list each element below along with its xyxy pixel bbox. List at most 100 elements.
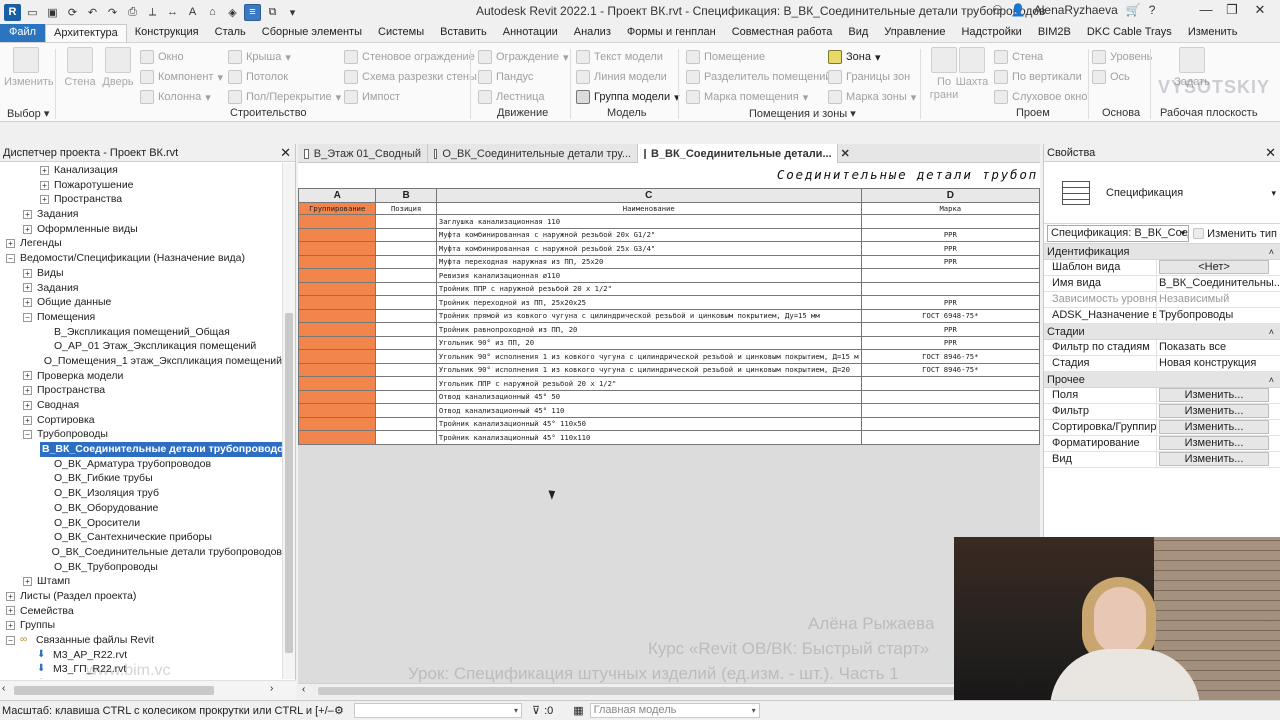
schedule-cell[interactable]: [375, 335, 437, 350]
column-letter-b[interactable]: B: [375, 188, 437, 203]
schedule-cell[interactable]: [375, 376, 437, 391]
schedule-cell[interactable]: [860, 416, 1040, 431]
user-name[interactable]: AlenaRyzhaeva: [1034, 3, 1118, 17]
switch-windows-icon[interactable]: ▾: [284, 4, 301, 21]
area-tag-button[interactable]: Марка зоны ▾: [828, 87, 916, 107]
schedule-cell[interactable]: [375, 308, 437, 323]
tree-item[interactable]: + Пожаротушение: [0, 178, 282, 193]
view-tab-2[interactable]: В_ВК_Соединительные детали... ✕: [638, 144, 850, 163]
room-separator-button[interactable]: Разделитель помещений: [686, 67, 832, 87]
sync-icon[interactable]: ⟳: [64, 4, 81, 21]
close-icon[interactable]: ✕: [1250, 2, 1270, 20]
tree-item[interactable]: О_ВК_Изоляция труб: [0, 486, 282, 501]
property-edit-button[interactable]: <Нет>: [1159, 260, 1269, 274]
section-icon[interactable]: ◈: [224, 4, 241, 21]
property-edit-button[interactable]: Изменить...: [1159, 436, 1269, 450]
schedule-cell[interactable]: Муфта комбинированная с наружной резьбой…: [435, 227, 862, 242]
expand-icon[interactable]: +: [23, 283, 32, 293]
tag-icon[interactable]: A: [184, 4, 201, 21]
ribbon-tab-3[interactable]: Сталь: [207, 24, 254, 42]
collapse-icon[interactable]: −: [23, 430, 32, 440]
revit-logo-icon[interactable]: R: [4, 3, 21, 21]
expand-icon[interactable]: +: [40, 180, 49, 190]
schedule-cell[interactable]: [298, 227, 377, 242]
expand-icon[interactable]: +: [23, 298, 32, 308]
ribbon-tab-10[interactable]: Совместная работа: [724, 24, 841, 42]
component-button[interactable]: Компонент ▾: [140, 67, 223, 87]
expand-icon[interactable]: +: [23, 386, 32, 396]
property-value[interactable]: Трубопроводы: [1159, 309, 1233, 321]
schedule-cell[interactable]: [298, 241, 377, 256]
ceiling-button[interactable]: Потолок: [228, 67, 341, 87]
ribbon-tab-9[interactable]: Формы и генплан: [619, 24, 724, 42]
schedule-cell[interactable]: [375, 430, 437, 445]
ribbon-tab-1[interactable]: Архитектура: [45, 24, 127, 42]
ribbon-tab-0[interactable]: Файл: [0, 24, 46, 42]
scroll-thumb[interactable]: [318, 687, 1008, 695]
close-icon[interactable]: ✕: [280, 144, 291, 162]
collapse-icon[interactable]: ˄: [1269, 244, 1274, 260]
schedule-cell[interactable]: Тройник канализационный 45° 110х110: [435, 430, 862, 445]
schedule-cell[interactable]: PPR: [860, 227, 1040, 242]
tree-item[interactable]: О_ВК_Трубопроводы: [0, 560, 282, 575]
dormer-button[interactable]: Слуховое окно: [994, 87, 1088, 107]
schedule-cell[interactable]: [375, 214, 437, 229]
schedule-cell[interactable]: [375, 362, 437, 377]
open-icon[interactable]: ▭: [24, 4, 41, 21]
edit-type-button[interactable]: Изменить тип: [1193, 228, 1277, 240]
expand-icon[interactable]: +: [6, 606, 15, 616]
expand-icon[interactable]: +: [6, 621, 15, 631]
chevron-down-icon[interactable]: ▾: [1271, 188, 1276, 199]
schedule-cell[interactable]: PPR: [860, 335, 1040, 350]
room-area-group-label[interactable]: Помещения и зоны ▾: [749, 107, 856, 120]
schedule-cell[interactable]: [298, 349, 377, 364]
vertical-scrollbar[interactable]: [282, 163, 295, 679]
window-button[interactable]: Окно: [140, 47, 223, 67]
schedule-cell[interactable]: [860, 389, 1040, 404]
schedule-cell[interactable]: Ревизия канализационная ø110: [435, 268, 862, 283]
property-value[interactable]: В_ВК_Соединительны...: [1159, 277, 1280, 289]
tree-item[interactable]: + Проверка модели: [0, 369, 282, 384]
schedule-cell[interactable]: [298, 214, 377, 229]
roof-button[interactable]: Крыша ▾: [228, 47, 341, 67]
ribbon-tab-16[interactable]: Изменить: [1180, 24, 1246, 42]
stair-button[interactable]: Лестница: [478, 87, 569, 107]
property-category[interactable]: Стадии ˄: [1044, 324, 1280, 340]
schedule-cell[interactable]: [375, 241, 437, 256]
expand-icon[interactable]: +: [23, 577, 32, 587]
ramp-button[interactable]: Пандус: [478, 67, 569, 87]
schedule-cell[interactable]: ГОСТ 6948-75*: [860, 308, 1040, 323]
tree-item[interactable]: − ∞ Связанные файлы Revit: [0, 633, 282, 648]
schedule-cell[interactable]: [860, 430, 1040, 445]
schedule-cell[interactable]: [375, 268, 437, 283]
tree-item[interactable]: ⬇ М3_ГП_R22.rvt: [0, 662, 282, 677]
ribbon-tab-6[interactable]: Вставить: [432, 24, 495, 42]
tree-item[interactable]: + Задания: [0, 281, 282, 296]
scroll-thumb[interactable]: [285, 313, 293, 653]
modify-button[interactable]: Изменить: [4, 47, 54, 89]
workset-select[interactable]: ▾: [354, 703, 522, 718]
property-value[interactable]: Новая конструкция: [1159, 357, 1256, 369]
ribbon-tab-13[interactable]: Надстройки: [953, 24, 1029, 42]
property-edit-button[interactable]: Изменить...: [1159, 404, 1269, 418]
property-edit-button[interactable]: Изменить...: [1159, 452, 1269, 466]
schedule-cell[interactable]: Тройник переходной из ПП, 25х20х25: [435, 295, 862, 310]
tree-item[interactable]: О_ВК_Сантехнические приборы: [0, 530, 282, 545]
schedule-cell[interactable]: [375, 349, 437, 364]
expand-icon[interactable]: +: [23, 224, 32, 234]
room-button[interactable]: Помещение: [686, 47, 832, 67]
tree-item[interactable]: + Задания: [0, 207, 282, 222]
expand-icon[interactable]: +: [23, 415, 32, 425]
help-icon[interactable]: ?: [1149, 3, 1156, 17]
schedule-header-cell[interactable]: Марка: [860, 202, 1040, 215]
undo-icon[interactable]: ↶: [84, 4, 101, 21]
collapse-icon[interactable]: −: [6, 635, 15, 645]
schedule-cell[interactable]: [298, 322, 377, 337]
dimension-icon[interactable]: ↔: [164, 4, 181, 21]
schedule-cell[interactable]: [375, 281, 437, 296]
collapse-icon[interactable]: ˄: [1269, 324, 1274, 340]
schedule-cell[interactable]: Муфта комбинированная с наружной резьбой…: [435, 241, 862, 256]
schedule-cell[interactable]: PPR: [860, 322, 1040, 337]
tree-item[interactable]: ⬇ М3_АР_R22.rvt: [0, 648, 282, 663]
schedule-cell[interactable]: [298, 376, 377, 391]
